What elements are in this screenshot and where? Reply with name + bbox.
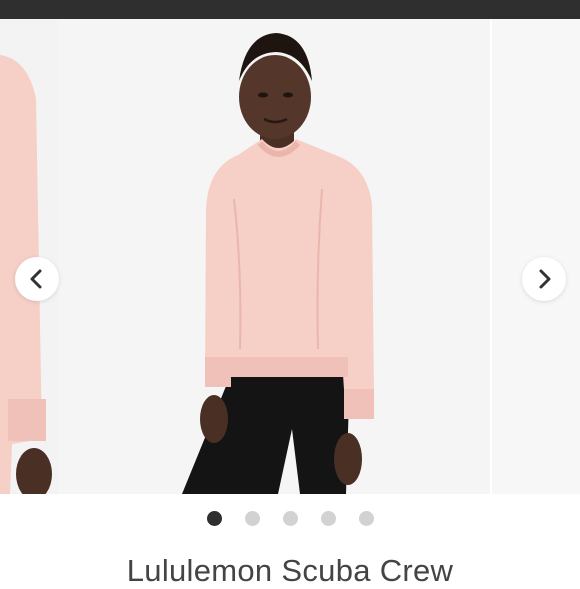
- product-image-carousel[interactable]: [0, 19, 580, 494]
- carousel-pagination: [0, 508, 580, 528]
- carousel-next-button[interactable]: [522, 257, 566, 301]
- pagination-dot[interactable]: [244, 510, 260, 526]
- top-bar: [0, 0, 580, 19]
- chevron-right-icon: [539, 269, 551, 289]
- chevron-left-icon: [30, 269, 42, 289]
- pagination-dot[interactable]: [320, 510, 336, 526]
- product-photo-previous: [0, 19, 58, 494]
- product-photo-current: [0, 19, 490, 494]
- pagination-dot[interactable]: [358, 510, 374, 526]
- carousel-prev-button[interactable]: [15, 257, 59, 301]
- product-photo-next: [490, 19, 580, 494]
- pagination-dot[interactable]: [282, 510, 298, 526]
- product-title: Lululemon Scuba Crew: [126, 553, 454, 588]
- pagination-dot[interactable]: [206, 510, 222, 526]
